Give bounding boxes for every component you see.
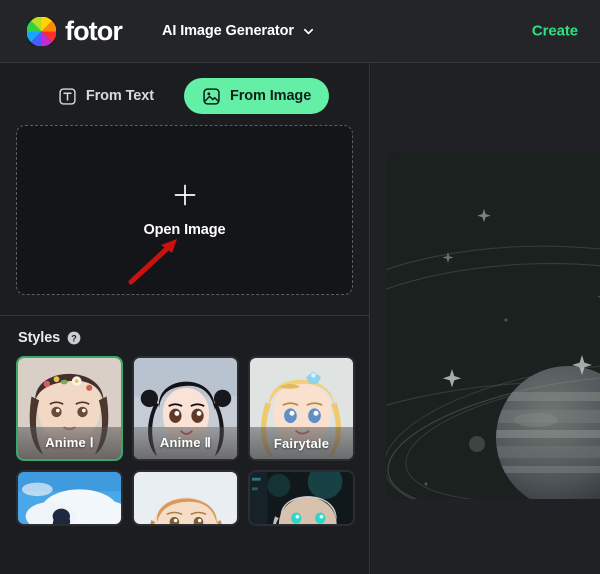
style-card-5[interactable] — [132, 470, 239, 526]
tab-from-text[interactable]: From Text — [40, 78, 172, 114]
styles-grid: Anime Ⅰ Anime Ⅱ Fairytale — [0, 356, 369, 526]
text-box-icon — [58, 87, 77, 106]
create-button[interactable]: Create — [532, 23, 578, 40]
fotor-color-wheel-logo-icon — [27, 16, 56, 46]
style-card-label: Anime Ⅰ — [18, 427, 121, 459]
fotor-ai-image-generator-app: fotor AI Image Generator Create From Tex… — [0, 0, 600, 574]
style-card-6[interactable] — [248, 470, 355, 526]
tab-from-text-label: From Text — [85, 88, 154, 104]
brand-name: fotor — [65, 15, 123, 46]
space-planet-artwork-icon[interactable] — [386, 152, 600, 499]
style-card-anime-2[interactable]: Anime Ⅱ — [132, 356, 239, 461]
red-arrow-annotation-icon — [125, 238, 185, 286]
svg-text:?: ? — [71, 333, 77, 343]
upload-section: Open Image — [0, 125, 369, 295]
left-control-panel: From Text From Image Open Image Styles ?… — [0, 63, 370, 574]
picture-icon — [202, 87, 221, 106]
styles-title: Styles — [18, 330, 61, 346]
open-image-label: Open Image — [143, 222, 226, 238]
style-thumbnail — [18, 472, 121, 524]
app-title: AI Image Generator — [161, 23, 294, 39]
plus-icon — [172, 182, 198, 208]
app-header: fotor AI Image Generator Create — [0, 0, 600, 63]
style-card-anime-1[interactable]: Anime Ⅰ — [16, 356, 123, 461]
style-card-fairytale[interactable]: Fairytale — [248, 356, 355, 461]
style-card-4[interactable] — [16, 470, 123, 526]
style-thumbnail — [250, 472, 353, 524]
preview-panel — [371, 63, 600, 574]
open-image-dropzone[interactable]: Open Image — [16, 125, 353, 295]
mode-tab-bar: From Text From Image — [0, 63, 369, 125]
style-thumbnail — [134, 472, 237, 524]
chevron-down-icon[interactable] — [302, 25, 315, 38]
style-card-label: Anime Ⅱ — [134, 427, 237, 459]
brand-logo[interactable]: fotor — [27, 15, 123, 46]
app-title-dropdown[interactable]: AI Image Generator — [162, 23, 315, 39]
tab-from-image-label: From Image — [229, 88, 312, 104]
tab-from-image[interactable]: From Image — [183, 78, 330, 114]
question-mark-circle-icon[interactable]: ? — [67, 331, 81, 345]
styles-section-header: Styles ? — [0, 316, 369, 356]
style-card-label: Fairytale — [250, 427, 353, 459]
